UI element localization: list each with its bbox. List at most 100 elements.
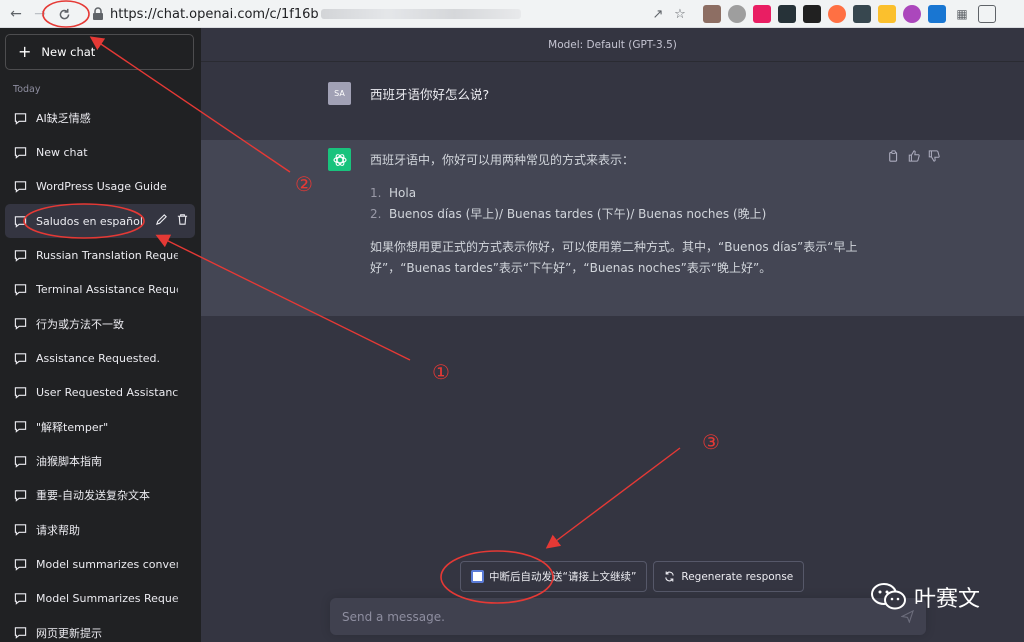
annotation-mark-3: ③ [702,430,720,454]
extension-swirl-icon[interactable] [903,5,921,23]
chat-history-item[interactable]: User Requested Assistance. [5,375,195,410]
text-fade-overlay [173,135,195,170]
assistant-outro: 如果你想用更正式的方式表示你好，可以使用第二种方式。其中，“Buenos día… [370,240,858,275]
text-fade-overlay [173,169,195,204]
text-fade-overlay [173,238,195,273]
text-fade-overlay [173,341,195,376]
chat-item-actions [155,213,189,226]
refresh-icon [665,571,675,582]
chat-bubble-icon [14,284,27,296]
chat-history-label: 重要-自动发送复杂文本 [36,489,150,503]
user-message-text: 西班牙语你好怎么说? [370,87,490,102]
chat-history-label: User Requested Assistance. [36,386,178,400]
chat-history-item[interactable]: Russian Translation Request [5,238,195,273]
annotation-mark-2: ② [295,172,313,196]
checkbox-icon[interactable] [471,570,484,583]
extension-abp-icon[interactable] [728,5,746,23]
chat-history-item[interactable]: 重要-自动发送复杂文本 [5,478,195,513]
chat-history-item[interactable]: Model summarizes conversation [5,546,195,582]
extension-v-icon[interactable] [928,5,946,23]
address-bar[interactable]: https://chat.openai.com/c/1f16b [92,3,697,25]
chat-history-label: AI缺乏情感 [36,112,91,126]
chat-history-item[interactable]: Terminal Assistance Request [5,272,195,307]
chat-history-label: "解释temper" [36,420,109,434]
chat-history-label: Assistance Requested. [36,351,161,365]
message-input[interactable]: Send a message. [330,598,926,635]
edit-pencil-icon[interactable] [155,213,168,226]
chat-history-item[interactable]: Model Summarizes Request. [5,581,195,616]
chat-history-item[interactable]: 请求帮助 [5,512,195,547]
chat-history-item[interactable]: "解释temper" [5,409,195,444]
chat-bubble-icon [14,593,27,605]
chat-bubble-icon [14,215,27,228]
text-fade-overlay [173,272,195,307]
wechat-logo-icon [871,583,906,610]
chat-history-item[interactable]: WordPress Usage Guide [5,169,195,204]
chat-history-item[interactable]: New chat [5,135,195,170]
chat-bubble-icon [14,558,27,571]
chat-bubble-icon [14,490,27,502]
share-icon[interactable]: ↗ [648,4,668,24]
text-fade-overlay [173,375,195,410]
back-icon[interactable]: ← [4,2,28,26]
text-fade-overlay [173,443,195,479]
chat-bubble-icon [14,524,27,536]
extension-badge-icon[interactable] [853,5,871,23]
extension-translate-icon[interactable] [753,5,771,23]
thumbs-up-icon[interactable] [908,150,920,162]
regenerate-response-button[interactable]: Regenerate response [653,561,805,592]
app-root: ← → https://chat.openai.com/c/1f16b ↗ ☆ … [0,0,1024,642]
chat-history-label: WordPress Usage Guide [36,180,167,194]
chat-bubble-icon [14,147,27,159]
text-fade-overlay [173,512,195,547]
chat-history-item[interactable]: AI缺乏情感 [5,101,195,136]
openai-logo-icon [328,148,351,171]
text-fade-overlay [173,581,195,616]
auto-continue-toggle[interactable]: 中断后自动发送“请接上文继续” [460,561,648,592]
reload-icon[interactable] [52,2,76,26]
bottom-action-buttons: 中断后自动发送“请接上文继续” Regenerate response [460,561,805,592]
regenerate-label: Regenerate response [681,570,794,583]
plus-icon: + [18,42,32,61]
user-avatar: SA [328,82,351,105]
chat-bubble-icon [14,627,27,639]
chat-history-item[interactable]: Saludos en español [5,203,195,239]
chat-history-item[interactable]: 行为或方法不一致 [5,306,195,342]
chat-history-label: New chat [36,145,88,159]
extension-e-icon[interactable] [803,5,821,23]
message-input-placeholder: Send a message. [342,609,445,624]
chat-bubble-icon [14,387,27,399]
extension-image-icon[interactable] [703,5,721,23]
new-chat-label: New chat [41,45,96,59]
copy-icon[interactable] [888,150,900,162]
chat-history-list: AI缺乏情感 New chat WordPress Usage Guide Salud… [5,101,195,642]
text-fade-overlay [173,546,195,582]
trash-icon[interactable] [176,213,189,226]
extension-grid-icon[interactable] [878,5,896,23]
chat-history-item[interactable]: 网页更新提示 [5,615,195,642]
extensions-puzzle-icon[interactable]: ▦ [953,5,971,23]
sidebar-panel-icon[interactable] [978,5,996,23]
model-indicator: Model: Default (GPT-3.5) [201,28,1024,62]
message-actions [888,150,940,162]
section-today-heading: Today [13,84,41,95]
thumbs-down-icon[interactable] [928,150,940,162]
text-fade-overlay [173,306,195,342]
list-item: 1. Hola [370,186,417,200]
extension-terminal-icon[interactable] [778,5,796,23]
text-fade-overlay [173,615,195,642]
forward-icon[interactable]: → [28,2,52,26]
assistant-message-body: 西班牙语中，你好可以用两种常见的方式来表示： 1. Hola 2. Buenos d… [370,150,870,279]
assistant-intro: 西班牙语中，你好可以用两种常见的方式来表示： [370,153,635,167]
extension-circle-icon[interactable] [828,5,846,23]
new-chat-button[interactable]: + New chat [5,34,194,70]
chat-history-item[interactable]: 油猴脚本指南 [5,443,195,479]
bookmark-star-icon[interactable]: ☆ [670,4,690,24]
chat-bubble-icon [14,112,27,125]
assistant-message: 西班牙语中，你好可以用两种常见的方式来表示： 1. Hola 2. Buenos d… [201,140,1024,316]
chat-history-item[interactable]: Assistance Requested. [5,341,195,376]
address-bar-actions: ↗ ☆ [648,4,690,24]
lock-icon [93,7,103,20]
url-text: https://chat.openai.com/c/1f16b [110,6,319,22]
chat-history-label: Terminal Assistance Request [36,283,178,297]
